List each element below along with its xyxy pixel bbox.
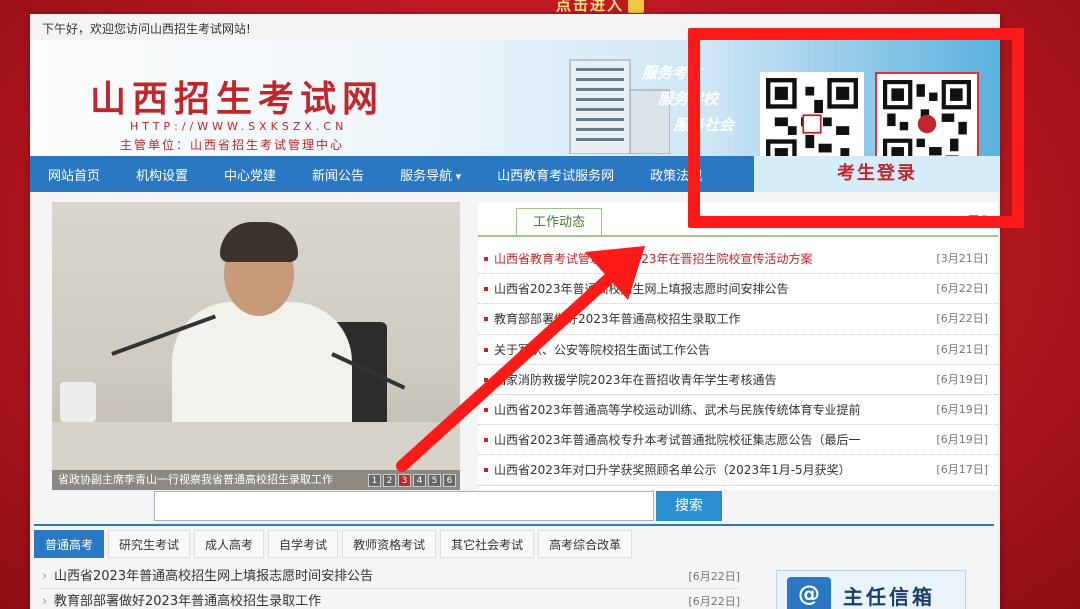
- banner-arrow-icon: [628, 0, 644, 13]
- highlight-frame: [688, 28, 1024, 228]
- news-date: [6月19日]: [936, 372, 988, 386]
- banner-text: 点击进入: [555, 0, 624, 14]
- news-title[interactable]: 国家消防救援学院2023年在晋招收青年学生考核通告: [478, 365, 777, 394]
- nav-party[interactable]: 中心党建: [206, 165, 294, 184]
- list-item[interactable]: 山西省2023年普通高校招生网上填报志愿时间安排公告 [6月22日]: [40, 564, 740, 589]
- news-item[interactable]: 山西省2023年普通高校专升本考试普通批院校征集志愿公告（最后一 [6月19日]: [478, 425, 998, 456]
- tab-self-study[interactable]: 自学考试: [268, 530, 339, 558]
- news-panel: 工作动态 更多 山西省教育考试管理中心2023年在晋招生院校宣传活动方案 [3月2…: [478, 202, 998, 490]
- news-title[interactable]: 教育部部署做好2023年普通高校招生录取工作: [478, 304, 741, 333]
- news-date: [6月22日]: [936, 312, 988, 326]
- nav-exam-service[interactable]: 山西教育考试服务网: [479, 165, 632, 184]
- news-item[interactable]: 教育部部署做好2023年普通高校招生录取工作 [6月22日]: [478, 304, 998, 335]
- news-item[interactable]: 山西省教育考试管理中心2023年在晋招生院校宣传活动方案 [3月21日]: [478, 244, 998, 275]
- site-url: HTTP://WWW.SXKSZX.CN: [130, 120, 348, 133]
- news-title[interactable]: 山西省2023年普通高校招生网上填报志愿时间安排公告: [478, 274, 789, 303]
- news-title[interactable]: 山西省2023年普通高等学校运动训练、武术与民族传统体育专业提前: [478, 395, 861, 424]
- list-title[interactable]: 山西省2023年普通高校招生网上填报志愿时间安排公告: [40, 564, 373, 589]
- news-list: 山西省教育考试管理中心2023年在晋招生院校宣传活动方案 [3月21日] 山西省2…: [478, 244, 998, 486]
- news-date: [6月17日]: [936, 463, 988, 477]
- pager-dot[interactable]: 4: [413, 474, 426, 487]
- pager-dot[interactable]: 5: [428, 474, 441, 487]
- news-item[interactable]: 关于军队、公安等院校招生面试工作公告 [6月21日]: [478, 335, 998, 365]
- pager-dot-active[interactable]: 3: [398, 474, 411, 487]
- news-title[interactable]: 关于军队、公安等院校招生面试工作公告: [478, 335, 710, 364]
- nav-services[interactable]: 服务导航: [382, 165, 479, 184]
- divider: [478, 235, 998, 237]
- news-item[interactable]: 国家消防救援学院2023年在晋招收青年学生考核通告 [6月19日]: [478, 365, 998, 395]
- tab-other[interactable]: 其它社会考试: [440, 530, 535, 558]
- news-date: [3月21日]: [936, 252, 988, 265]
- news-title[interactable]: 山西省2023年普通高校专升本考试普通批院校征集志愿公告（最后一: [478, 425, 861, 454]
- list-title[interactable]: 教育部部署做好2023年普通高校招生录取工作: [40, 589, 321, 609]
- pager-dot[interactable]: 1: [368, 474, 381, 487]
- news-item[interactable]: 山西省2023年普通高等学校运动训练、武术与民族传统体育专业提前 [6月19日]: [478, 395, 998, 426]
- tab-gaokao[interactable]: 普通高考: [34, 530, 105, 558]
- mailbox-label: 主任信箱: [843, 584, 935, 609]
- nav-home[interactable]: 网站首页: [30, 165, 118, 184]
- category-tabs: 普通高考 研究生考试 成人高考 自学考试 教师资格考试 其它社会考试 高考综合改…: [34, 524, 994, 558]
- news-photo-slider[interactable]: 省政协副主席李青山一行视察我省普通高校招生录取工作 1 2 3 4 5 6: [52, 202, 460, 490]
- pager-dot[interactable]: 6: [443, 474, 456, 487]
- nav-organization[interactable]: 机构设置: [118, 165, 206, 184]
- director-mailbox-button[interactable]: @ 主任信箱: [776, 570, 966, 609]
- mail-icon: @: [787, 577, 831, 609]
- tab-work-news[interactable]: 工作动态: [516, 208, 602, 236]
- greeting-text: 下午好，欢迎您访问山西招生考试网站!: [42, 22, 251, 36]
- news-date: [6月21日]: [936, 342, 988, 356]
- cup-shape: [60, 382, 96, 422]
- list-item[interactable]: 教育部部署做好2023年普通高校招生录取工作 [6月22日]: [40, 589, 740, 609]
- tab-graduate[interactable]: 研究生考试: [108, 530, 191, 558]
- tab-teacher[interactable]: 教师资格考试: [342, 530, 437, 558]
- slider-pager: 1 2 3 4 5 6: [368, 474, 456, 487]
- news-item[interactable]: 山西省2023年对口升学获奖照顾名单公示（2023年1月-5月获奖） [6月17日…: [478, 455, 998, 486]
- news-title[interactable]: 山西省2023年对口升学获奖照顾名单公示（2023年1月-5月获奖）: [478, 455, 851, 484]
- news-date: [6月19日]: [936, 402, 988, 416]
- news-item[interactable]: 山西省2023年普通高校招生网上填报志愿时间安排公告 [6月22日]: [478, 274, 998, 305]
- pager-dot[interactable]: 2: [383, 474, 396, 487]
- site-title[interactable]: 山西招生考试网: [90, 70, 384, 122]
- site-org: 主管单位：山西省招生考试管理中心: [120, 138, 345, 152]
- news-date: [6月22日]: [936, 282, 988, 296]
- gaokao-news-list: 山西省2023年普通高校招生网上填报志愿时间安排公告 [6月22日] 教育部部署做…: [40, 564, 740, 609]
- nav-news[interactable]: 新闻公告: [294, 165, 382, 184]
- search-input[interactable]: [154, 491, 654, 521]
- tab-adult[interactable]: 成人高考: [194, 530, 265, 558]
- tab-reform[interactable]: 高考综合改革: [538, 530, 633, 558]
- search-button[interactable]: 搜索: [656, 491, 722, 521]
- list-date: [6月22日]: [688, 595, 740, 608]
- list-date: [6月22日]: [688, 570, 740, 583]
- person-hair-shape: [220, 222, 298, 262]
- news-date: [6月19日]: [936, 433, 988, 447]
- news-title[interactable]: 山西省教育考试管理中心2023年在晋招生院校宣传活动方案: [478, 244, 813, 273]
